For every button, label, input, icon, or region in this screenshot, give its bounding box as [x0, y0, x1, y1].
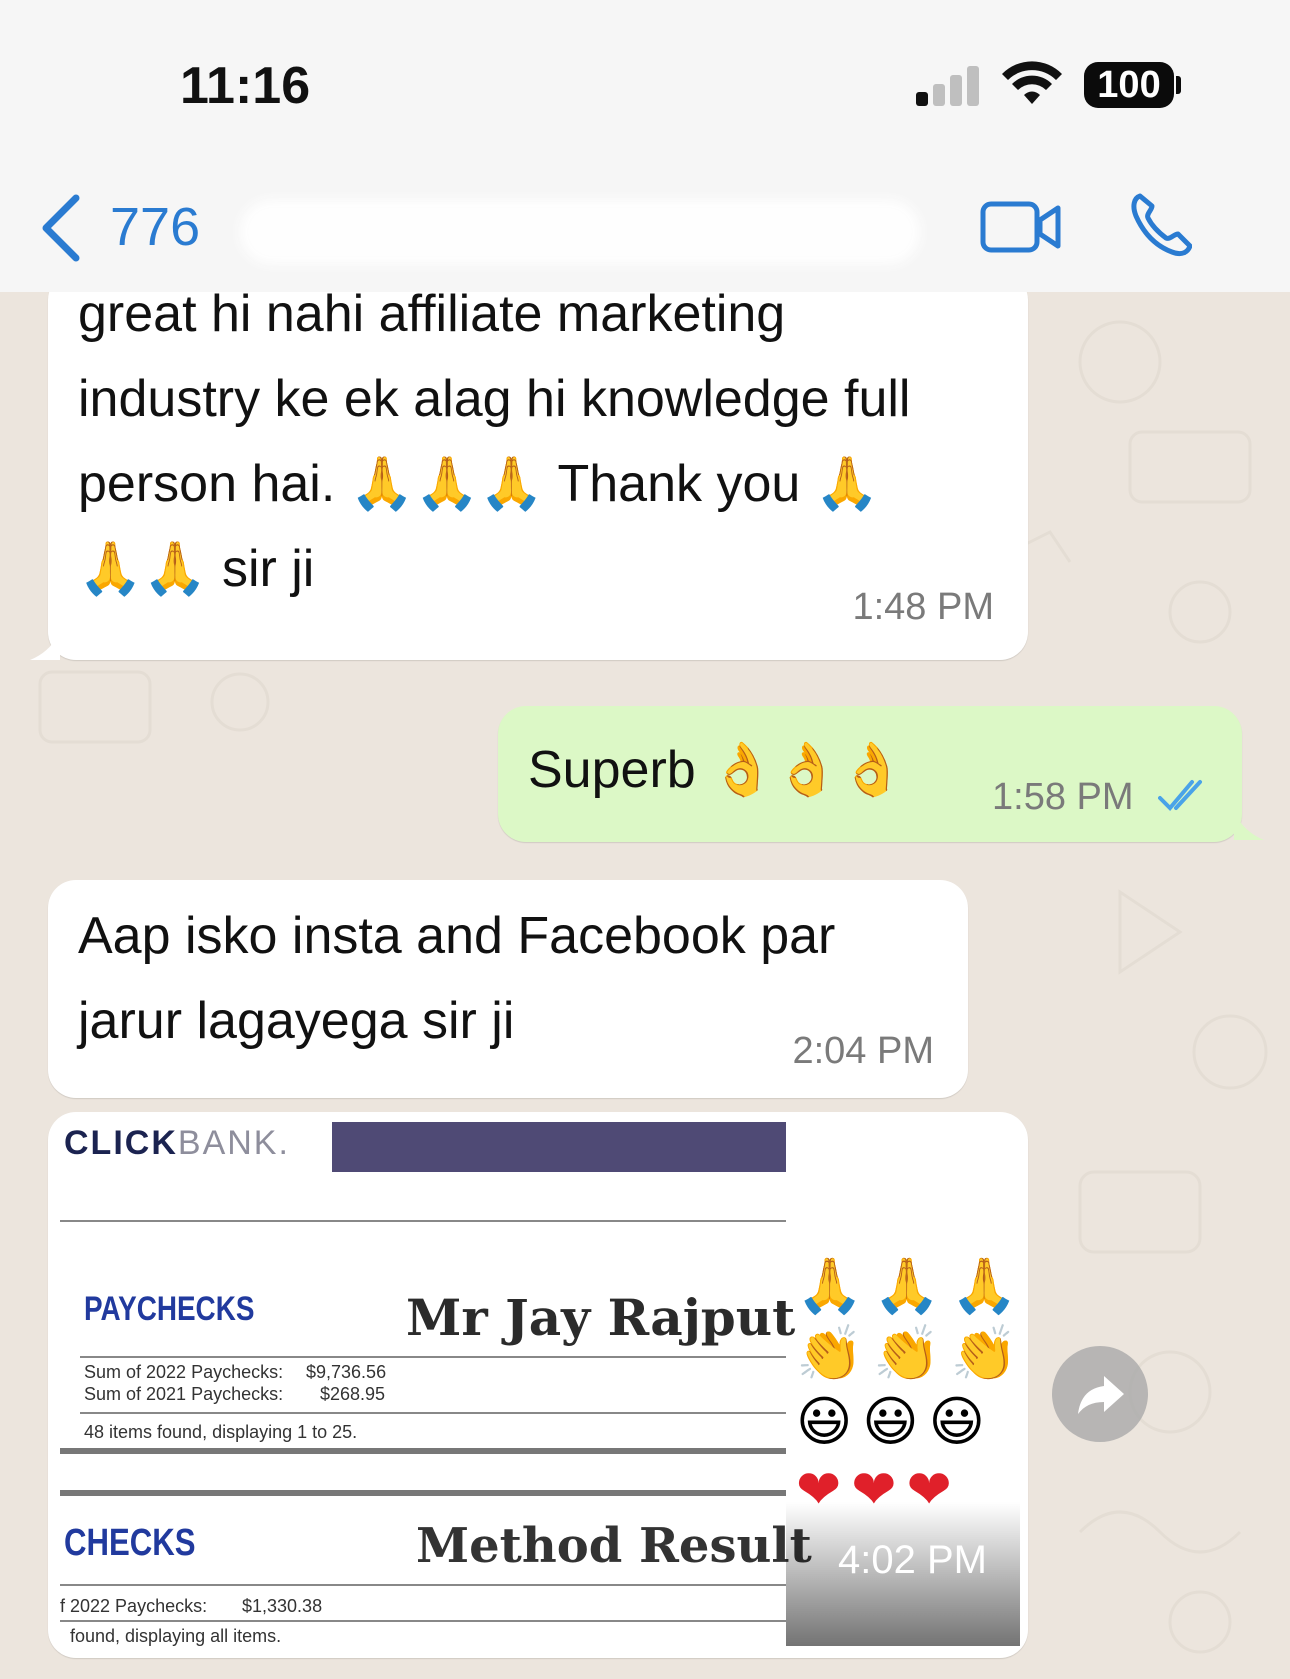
back-chevron-icon[interactable]	[36, 192, 86, 264]
message-line: 🙏🙏 sir ji	[78, 540, 315, 598]
sum-2021-value: $268.95	[320, 1384, 386, 1404]
wifi-icon	[1002, 61, 1062, 104]
method-result-overlay: Method Result	[416, 1518, 812, 1574]
message-text: great hi nahi affiliate marketing indust…	[78, 292, 910, 612]
clickbank-logo: CLICKBANK.	[64, 1124, 290, 1162]
outgoing-message-bubble[interactable]: Superb 👌👌👌 1:58 PM	[498, 706, 1242, 842]
message-time: 4:02 PM	[838, 1538, 987, 1582]
message-text: Aap isko insta and Facebook par jarur la…	[78, 894, 835, 1064]
message-line: Aap isko insta and Facebook par	[78, 907, 836, 965]
paychecks-title: PAYCHECKS	[84, 1290, 255, 1328]
sum2-value: $1,330.38	[242, 1596, 323, 1616]
divider	[80, 1412, 786, 1414]
divider	[80, 1356, 786, 1358]
divider	[60, 1448, 786, 1454]
redacted-contact-name[interactable]	[240, 200, 920, 264]
battery-icon: 100	[1084, 62, 1174, 108]
sum-2021-label: Sum of 2021 Paychecks:	[84, 1384, 284, 1404]
emoji-row: 👏👏👏	[796, 1322, 1020, 1385]
message-line: great hi nahi affiliate marketing	[78, 292, 786, 343]
divider	[60, 1220, 786, 1222]
chat-area[interactable]: great hi nahi affiliate marketing indust…	[0, 292, 1290, 1679]
message-line: person hai. 🙏🙏🙏 Thank you 🙏	[78, 455, 880, 513]
sum2-label: f 2022 Paychecks:	[60, 1596, 208, 1616]
status-time: 11:16	[180, 57, 311, 115]
phone-call-icon[interactable]	[1130, 192, 1192, 258]
header-bar	[332, 1122, 786, 1172]
message-line: jarur lagayega sir ji	[78, 992, 515, 1050]
read-ticks-icon	[1158, 780, 1202, 811]
incoming-message-bubble[interactable]: Aap isko insta and Facebook par jarur la…	[48, 880, 968, 1098]
message-time: 2:04 PM	[792, 1030, 934, 1072]
signal-icon	[916, 66, 980, 106]
incoming-message-bubble[interactable]: great hi nahi affiliate marketing indust…	[48, 292, 1028, 660]
divider	[60, 1490, 786, 1496]
name-overlay: Mr Jay Rajput	[406, 1288, 796, 1347]
back-button-label[interactable]: 776	[110, 196, 200, 258]
battery-tip	[1176, 76, 1181, 94]
emoji-row: 🙏🙏🙏	[796, 1254, 1020, 1317]
status-bar: 11:16 100	[0, 0, 1290, 160]
message-time: 1:58 PM	[992, 776, 1134, 818]
sum-2022-value: $9,736.56	[306, 1362, 387, 1382]
bubble-tail	[1234, 812, 1264, 840]
emoji-row: 😃😃😃	[796, 1390, 995, 1453]
message-text: Superb 👌👌👌	[528, 741, 905, 799]
sum-2022-label: Sum of 2022 Paychecks:	[84, 1362, 284, 1382]
found-all-text: found, displaying all items.	[70, 1626, 282, 1646]
forward-icon[interactable]	[1052, 1346, 1148, 1442]
video-call-icon[interactable]	[980, 198, 1062, 256]
items-found-text: 48 items found, displaying 1 to 25.	[84, 1422, 358, 1442]
checks-title: CHECKS	[64, 1522, 196, 1564]
message-line: industry ke ek alag hi knowledge full	[78, 370, 911, 428]
bubble-tail	[30, 632, 60, 660]
emoji-grid: 🙏🙏🙏 👏👏👏 😃😃😃 ❤❤❤	[796, 1252, 1020, 1524]
chat-header: 776	[0, 160, 1290, 293]
message-time: 1:48 PM	[852, 586, 994, 628]
divider	[60, 1620, 786, 1622]
divider	[60, 1584, 786, 1586]
